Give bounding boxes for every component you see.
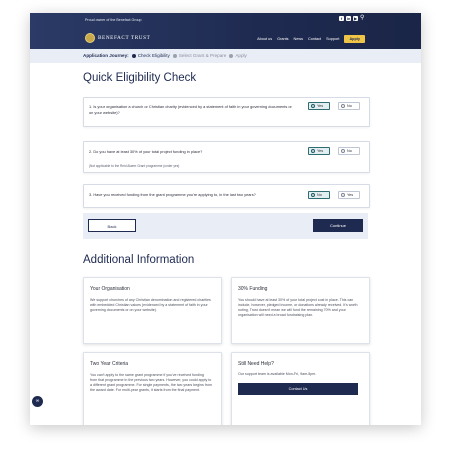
- journey-step-label: Apply: [235, 53, 247, 58]
- question-text: 1. Is your organisation a church or Chri…: [89, 104, 292, 115]
- logo-emblem-icon: [85, 33, 95, 43]
- card-body: You should have at least 30% of your tot…: [238, 298, 358, 317]
- youtube-icon[interactable]: ▶: [353, 16, 358, 21]
- journey-step-label: Select Grant & Prepare: [178, 53, 227, 58]
- option-no[interactable]: No: [338, 102, 360, 110]
- option-no[interactable]: No: [308, 191, 330, 199]
- option-no[interactable]: No: [338, 147, 360, 155]
- question-text: 3. Have you received funding from the gr…: [89, 192, 256, 197]
- journey-step-eligibility: Check Eligibility: [131, 53, 170, 58]
- question-text: 2. Do you have at least 30% of your tota…: [89, 149, 203, 154]
- browser-page: Proud owner of the Benefact Group f in ▶…: [30, 13, 421, 425]
- info-card-organisation: Your Organisation We support churches of…: [83, 277, 222, 344]
- option-label: Yes: [317, 149, 324, 153]
- info-card-help: Still Need Help? Our support team is ava…: [231, 352, 370, 425]
- journey-title: Application Journey:: [83, 53, 129, 58]
- contact-us-button[interactable]: Contact Us: [238, 383, 358, 395]
- site-logo[interactable]: BENEFACT TRUST: [85, 33, 150, 43]
- option-label: No: [347, 149, 352, 153]
- option-yes[interactable]: Yes: [338, 191, 360, 199]
- social-links: f in ▶ ⚲: [339, 15, 365, 21]
- nav-item-support[interactable]: Support: [326, 37, 339, 41]
- card-title: Your Organisation: [90, 286, 130, 292]
- radio-icon: [341, 193, 345, 197]
- option-yes[interactable]: Yes: [308, 147, 330, 155]
- question-card-3: 3. Have you received funding from the gr…: [83, 184, 370, 208]
- main-nav: About us Grants News Contact Support App…: [257, 35, 365, 43]
- step-inactive-dot-icon: [229, 53, 234, 58]
- continue-button[interactable]: Continue: [313, 219, 363, 232]
- question-card-2: 2. Do you have at least 30% of your tota…: [83, 141, 370, 173]
- card-title: Two Year Criteria: [90, 361, 129, 367]
- radio-icon: [341, 104, 345, 108]
- card-title: 30% Funding: [238, 286, 268, 292]
- option-label: No: [347, 104, 352, 108]
- radio-selected-icon: [311, 149, 315, 153]
- step-inactive-dot-icon: [172, 53, 177, 58]
- radio-icon: [341, 149, 345, 153]
- option-label: No: [317, 193, 322, 197]
- radio-selected-icon: [311, 193, 315, 197]
- question-card-1: 1. Is your organisation a church or Chri…: [83, 97, 370, 127]
- back-button[interactable]: Back: [88, 219, 136, 232]
- linkedin-icon[interactable]: in: [346, 16, 351, 21]
- journey-step-select-grant: Select Grant & Prepare: [172, 53, 227, 58]
- additional-info-heading: Additional Information: [83, 254, 195, 266]
- option-yes[interactable]: Yes: [308, 102, 330, 110]
- apply-button[interactable]: Apply: [344, 35, 365, 43]
- card-body: You can't apply to the same grant progra…: [90, 373, 212, 392]
- proud-owner-text: Proud owner of the Benefact Group: [85, 18, 142, 22]
- radio-selected-icon: [311, 104, 315, 108]
- site-header: Proud owner of the Benefact Group f in ▶…: [30, 13, 421, 49]
- info-card-funding: 30% Funding You should have at least 30%…: [231, 277, 370, 344]
- logo-text: BENEFACT TRUST: [98, 35, 151, 41]
- info-card-two-year: Two Year Criteria You can't apply to the…: [83, 352, 222, 425]
- facebook-icon[interactable]: f: [339, 16, 344, 21]
- card-body: Our support team is available Mon-Fri, 9…: [238, 372, 317, 376]
- eligibility-heading: Quick Eligibility Check: [83, 72, 197, 84]
- option-label: Yes: [347, 193, 354, 197]
- accessibility-icon[interactable]: ∞: [32, 396, 43, 407]
- nav-item-about[interactable]: About us: [257, 37, 272, 41]
- journey-step-label: Check Eligibility: [137, 53, 170, 58]
- search-icon[interactable]: ⚲: [360, 15, 365, 21]
- card-title: Still Need Help?: [238, 361, 274, 367]
- form-actions: Back Continue: [83, 213, 368, 239]
- nav-item-news[interactable]: News: [294, 37, 304, 41]
- nav-item-grants[interactable]: Grants: [277, 37, 288, 41]
- card-body: We support churches of any Christian den…: [90, 298, 211, 312]
- step-active-dot-icon: [131, 53, 136, 58]
- question-note: (Not applicable to the Reid Alaem Grant …: [89, 164, 180, 168]
- nav-item-contact[interactable]: Contact: [308, 37, 321, 41]
- journey-step-apply: Apply: [229, 53, 247, 58]
- application-journey-bar: Application Journey: Check Eligibility S…: [30, 49, 421, 63]
- option-label: Yes: [317, 104, 324, 108]
